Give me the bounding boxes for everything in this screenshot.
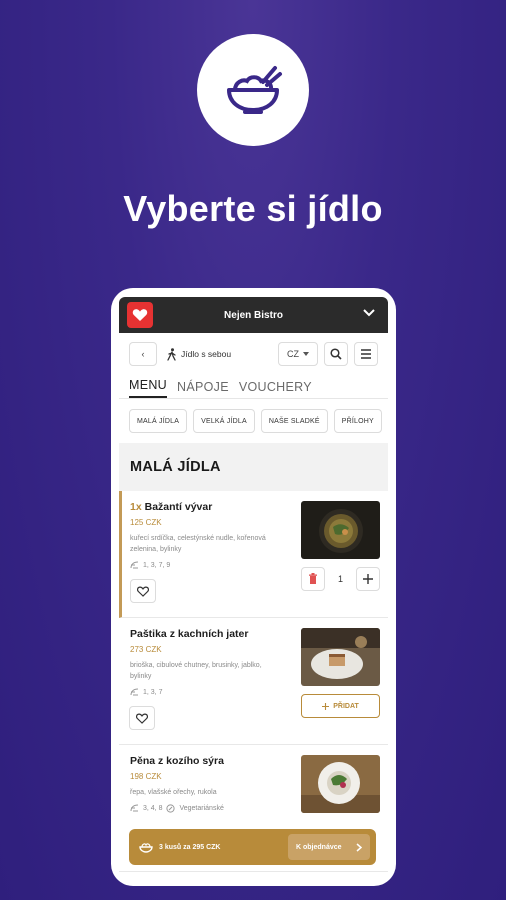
caret-down-icon (303, 352, 309, 356)
item-image (301, 628, 380, 686)
order-mode-label: Jídlo s sebou (181, 349, 232, 359)
rice-bowl-icon (227, 66, 282, 114)
order-bar[interactable]: 3 kusů za 295 CZK K objednávce (129, 829, 376, 865)
quantity-stepper: 1 (301, 567, 380, 591)
vegetarian-tag: Vegetariánské (179, 805, 224, 812)
hamburger-icon (361, 349, 371, 359)
heart-outline-icon (136, 713, 148, 724)
category-sides[interactable]: PŘÍLOHY (333, 409, 382, 433)
allergen-list: 1, 3, 7, 9 (143, 562, 171, 569)
tab-menu[interactable]: MENU (129, 378, 168, 398)
menu-item[interactable]: 1x Bažantí vývar 125 CZK kuřecí srdíčka,… (119, 491, 388, 618)
trash-icon (309, 573, 317, 584)
allergen-icon (130, 688, 139, 696)
plus-icon (362, 574, 373, 584)
chevron-down-icon[interactable] (362, 308, 376, 318)
checkout-label: K objednávce (296, 843, 342, 851)
category-chips: MALÁ JÍDLA VELKÁ JÍDLA NAŠE SLADKÉ PŘÍLO… (119, 399, 388, 443)
allergen-icon (130, 804, 139, 812)
hero-title: Vyberte si jídlo (123, 188, 383, 229)
quantity-value: 1 (337, 574, 343, 584)
tab-vouchers[interactable]: VOUCHERY (239, 380, 312, 398)
allergen-list: 1, 3, 7 (143, 689, 163, 696)
add-label: PŘIDAT (333, 702, 359, 710)
chevron-right-icon (356, 842, 362, 852)
back-chevron-icon: ‹ (141, 349, 145, 359)
language-select[interactable]: CZ (278, 342, 318, 366)
item-image (301, 501, 380, 559)
allergen-icon (130, 561, 139, 569)
hero-icon-circle (197, 34, 309, 146)
item-name: 1x Bažantí vývar (130, 501, 295, 513)
item-image (301, 755, 380, 813)
menu-button[interactable] (354, 342, 378, 366)
tab-drinks[interactable]: NÁPOJE (177, 380, 229, 398)
search-icon (330, 348, 342, 360)
pate-photo (301, 628, 380, 686)
item-title: Paštika z kachních jater (130, 628, 249, 640)
app-screen: Nejen Bistro ‹ Jídlo s sebou CZ MENU NÁP… (119, 297, 388, 877)
add-to-cart-button[interactable]: PŘIDAT (301, 694, 380, 718)
bowl-icon (139, 843, 153, 853)
top-bar: Nejen Bistro (119, 297, 388, 333)
item-description: řepa, vlašské ořechy, rukola (130, 789, 217, 796)
main-tabs: MENU NÁPOJE VOUCHERY (119, 375, 388, 399)
order-summary: 3 kusů za 295 CZK (159, 843, 221, 851)
order-mode[interactable]: Jídlo s sebou (163, 347, 272, 361)
menu-item[interactable]: Paštika z kachních jater 273 CZK brioška… (119, 618, 388, 745)
soup-photo (301, 501, 380, 559)
heart-outline-icon (137, 586, 149, 597)
search-button[interactable] (324, 342, 348, 366)
phone-frame: Nejen Bistro ‹ Jídlo s sebou CZ MENU NÁP… (111, 288, 396, 886)
favorite-button[interactable] (129, 706, 155, 730)
favorite-button[interactable] (130, 579, 156, 603)
item-description: brioška, cibulové chutney, brusinky, jab… (130, 662, 262, 680)
category-large-dishes[interactable]: VELKÁ JÍDLA (193, 409, 255, 433)
language-value: CZ (287, 349, 299, 359)
back-button[interactable]: ‹ (129, 342, 157, 366)
category-small-dishes[interactable]: MALÁ JÍDLA (129, 409, 188, 433)
section-title: MALÁ JÍDLA (119, 443, 388, 491)
walking-person-icon (167, 347, 176, 361)
restaurant-name: Nejen Bistro (224, 309, 283, 321)
item-title: Bažantí vývar (144, 501, 213, 513)
toolbar: ‹ Jídlo s sebou CZ (119, 333, 388, 375)
item-description: kuřecí srdíčka, celestýnské nudle, kořen… (130, 535, 266, 553)
salad-photo (301, 755, 380, 813)
remove-button[interactable] (301, 567, 325, 591)
increase-button[interactable] (355, 567, 380, 591)
category-desserts[interactable]: NAŠE SLADKÉ (260, 409, 328, 433)
allergen-list: 3, 4, 8 (143, 805, 163, 812)
leaf-icon (166, 804, 176, 813)
plus-icon (322, 702, 330, 710)
item-title: Pěna z kozího sýra (130, 755, 224, 767)
checkout-button[interactable]: K objednávce (288, 834, 370, 860)
item-quantity-prefix: 1x (130, 501, 142, 513)
